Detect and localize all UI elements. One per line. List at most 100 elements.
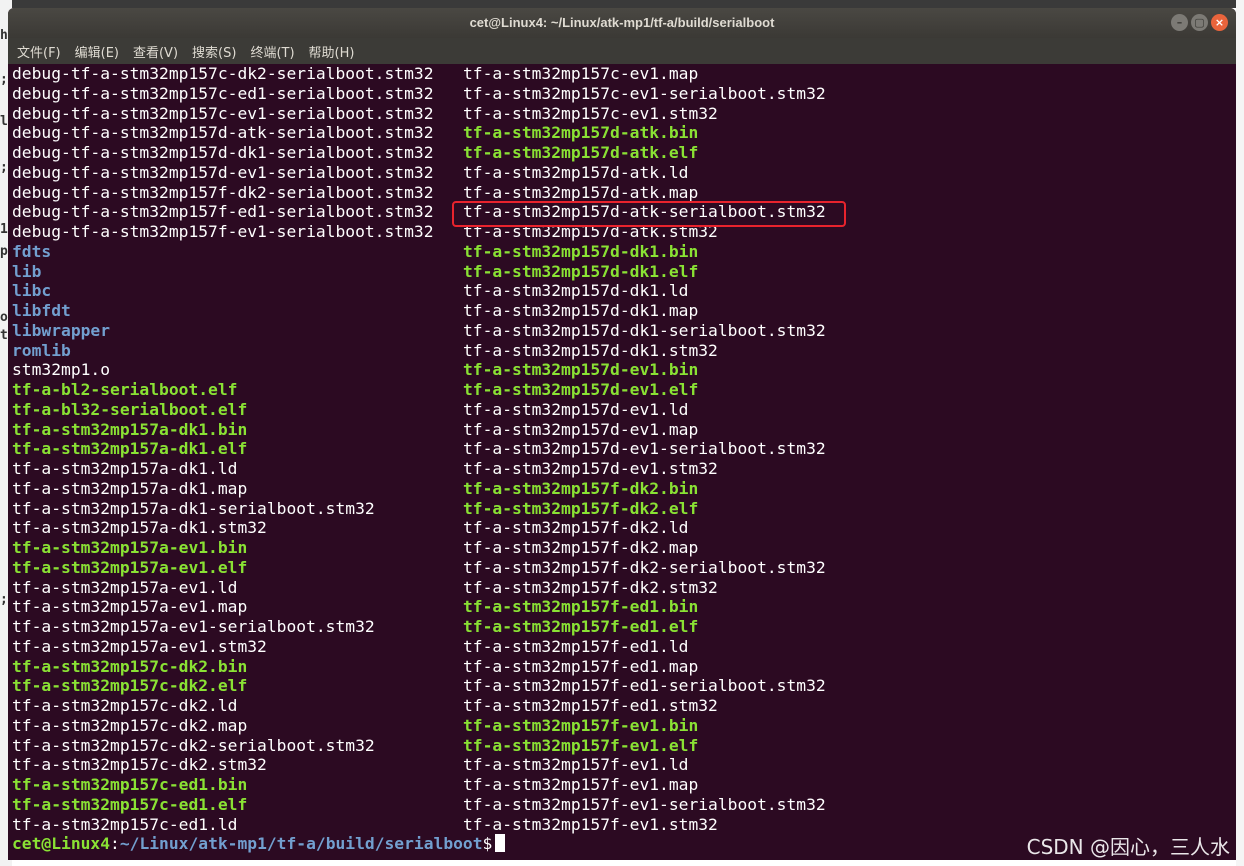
window-title: cet@Linux4: ~/Linux/atk-mp1/tf-a/build/s…: [469, 15, 775, 30]
listing-entry: stm32mp1.o: [12, 360, 111, 380]
listing-entry: tf-a-stm32mp157d-dk1.ld: [463, 281, 689, 301]
listing-entry: tf-a-stm32mp157f-dk2.stm32: [463, 577, 718, 597]
listing-entry: tf-a-stm32mp157d-ev1.stm32: [463, 459, 718, 478]
menu-terminal[interactable]: 终端(T): [250, 42, 294, 61]
highlight-box: [452, 201, 846, 227]
listing-entry: tf-a-stm32mp157f-ed1.map: [463, 656, 699, 676]
listing-entry: tf-a-stm32mp157a-ev1.elf: [12, 557, 248, 577]
listing-entry: tf-a-stm32mp157f-ed1.bin: [463, 597, 699, 617]
listing-entry: tf-a-stm32mp157f-ev1.elf: [463, 735, 699, 755]
listing-entry: tf-a-stm32mp157d-ev1.elf: [463, 380, 699, 399]
listing-entry: tf-a-stm32mp157a-dk1-serialboot.stm32: [12, 498, 375, 518]
menu-bar: 文件(F) 编辑(E) 查看(V) 搜索(S) 终端(T) 帮助(H): [8, 38, 1236, 64]
prompt-separator: :: [110, 834, 120, 853]
listing-entry: tf-a-stm32mp157a-dk1.bin: [12, 419, 248, 439]
listing-entry: tf-a-stm32mp157a-ev1.stm32: [12, 636, 267, 656]
listing-entry: tf-a-stm32mp157d-ev1.ld: [463, 399, 689, 419]
listing-entry: debug-tf-a-stm32mp157d-dk1-serialboot.st…: [12, 143, 434, 162]
listing-entry: tf-a-stm32mp157c-ev1.stm32: [463, 103, 718, 123]
listing-entry: tf-a-stm32mp157c-dk2.map: [12, 715, 248, 735]
listing-entry: tf-a-bl32-serialboot.elf: [12, 399, 248, 419]
listing-entry: tf-a-stm32mp157f-ed1.elf: [463, 617, 699, 636]
title-bar[interactable]: cet@Linux4: ~/Linux/atk-mp1/tf-a/build/s…: [8, 8, 1236, 38]
listing-entry: romlib: [12, 340, 71, 360]
listing-entry: tf-a-stm32mp157d-dk1.bin: [463, 241, 699, 261]
listing-entry: tf-a-stm32mp157f-ed1.stm32: [463, 696, 718, 715]
listing-entry: tf-a-stm32mp157f-dk2.map: [463, 538, 699, 557]
menu-view[interactable]: 查看(V): [133, 42, 178, 61]
listing-entry: tf-a-stm32mp157d-ev1-serialboot.stm32: [463, 439, 826, 459]
close-button[interactable]: ×: [1211, 14, 1228, 31]
listing-entry: tf-a-stm32mp157f-ev1.ld: [463, 755, 689, 775]
listing-entry: tf-a-stm32mp157c-dk2.bin: [12, 656, 248, 676]
terminal-output[interactable]: debug-tf-a-stm32mp157c-dk2-serialboot.st…: [8, 64, 1236, 860]
listing-entry: debug-tf-a-stm32mp157d-ev1-serialboot.st…: [12, 162, 434, 182]
listing-entry: tf-a-stm32mp157f-ed1.ld: [463, 636, 689, 656]
listing-entry: tf-a-stm32mp157a-ev1.map: [12, 597, 248, 617]
listing-entry: tf-a-stm32mp157d-atk.ld: [463, 162, 689, 182]
listing-entry: tf-a-stm32mp157c-dk2-serialboot.stm32: [12, 735, 375, 755]
listing-entry: tf-a-stm32mp157d-dk1.elf: [463, 261, 699, 281]
screenshot: h ; li ; 1 p o t ; cet@Linux4: ~/Linux/a…: [0, 0, 1244, 866]
listing-entry: tf-a-bl2-serialboot.elf: [12, 380, 238, 399]
listing-entry: debug-tf-a-stm32mp157c-ev1-serialboot.st…: [12, 103, 434, 123]
listing-entry: tf-a-stm32mp157d-ev1.bin: [463, 360, 699, 380]
listing-entry: tf-a-stm32mp157c-ev1.map: [463, 64, 699, 83]
window-controls: – ▢ ×: [1171, 14, 1228, 31]
listing-entry: libc: [12, 281, 52, 301]
listing-entry: tf-a-stm32mp157d-ev1.map: [463, 419, 699, 439]
listing-entry: lib: [12, 261, 42, 281]
listing-entry: fdts: [12, 241, 52, 261]
listing-entry: tf-a-stm32mp157c-dk2.stm32: [12, 755, 267, 775]
text-cursor: [495, 834, 506, 852]
prompt-symbol: $: [482, 834, 493, 853]
listing-column-left: debug-tf-a-stm32mp157c-dk2-serialboot.st…: [12, 64, 434, 834]
listing-entry: libwrapper: [12, 320, 111, 340]
listing-entry: tf-a-stm32mp157f-dk2-serialboot.stm32: [463, 557, 826, 577]
listing-entry: libfdt: [12, 301, 71, 320]
menu-search[interactable]: 搜索(S): [192, 42, 236, 61]
listing-entry: tf-a-stm32mp157d-dk1.stm32: [463, 340, 718, 360]
listing-entry: debug-tf-a-stm32mp157c-ed1-serialboot.st…: [12, 83, 434, 103]
listing-entry: tf-a-stm32mp157f-dk2.elf: [463, 498, 699, 518]
listing-entry: tf-a-stm32mp157a-dk1.stm32: [12, 518, 267, 538]
listing-entry: tf-a-stm32mp157f-ev1.bin: [463, 715, 699, 735]
background-right-edge: [1236, 0, 1244, 866]
listing-entry: tf-a-stm32mp157c-dk2.elf: [12, 676, 248, 696]
listing-entry: tf-a-stm32mp157d-atk.bin: [463, 123, 699, 143]
shell-prompt[interactable]: cet@Linux4:~/Linux/atk-mp1/tf-a/build/se…: [12, 834, 506, 854]
listing-entry: tf-a-stm32mp157c-dk2.ld: [12, 696, 238, 715]
listing-entry: tf-a-stm32mp157c-ev1-serialboot.stm32: [463, 83, 826, 103]
listing-entry: tf-a-stm32mp157d-atk.elf: [463, 143, 699, 162]
listing-entry: tf-a-stm32mp157a-dk1.map: [12, 478, 248, 498]
listing-entry: tf-a-stm32mp157f-ev1.map: [463, 775, 699, 794]
minimize-button[interactable]: –: [1171, 14, 1188, 31]
listing-entry: tf-a-stm32mp157c-ed1.elf: [12, 794, 248, 814]
menu-file[interactable]: 文件(F): [17, 42, 61, 61]
listing-entry: tf-a-stm32mp157f-ev1.stm32: [463, 814, 718, 834]
listing-entry: tf-a-stm32mp157c-ed1.ld: [12, 814, 238, 834]
prompt-user: cet@Linux4: [12, 834, 111, 853]
maximize-button[interactable]: ▢: [1191, 14, 1208, 31]
menu-help[interactable]: 帮助(H): [309, 42, 355, 61]
listing-entry: tf-a-stm32mp157d-dk1.map: [463, 301, 699, 320]
listing-entry: tf-a-stm32mp157a-dk1.ld: [12, 459, 238, 478]
listing-entry: tf-a-stm32mp157f-ev1-serialboot.stm32: [463, 794, 826, 814]
listing-entry: tf-a-stm32mp157d-atk.map: [463, 182, 699, 202]
prompt-path: ~/Linux/atk-mp1/tf-a/build/serialboot: [119, 834, 483, 853]
background-app-bar: [0, 0, 1244, 8]
listing-entry: tf-a-stm32mp157c-ed1.bin: [12, 775, 248, 794]
listing-entry: tf-a-stm32mp157d-dk1-serialboot.stm32: [463, 320, 826, 340]
listing-entry: debug-tf-a-stm32mp157f-ev1-serialboot.st…: [12, 222, 434, 241]
listing-entry: debug-tf-a-stm32mp157f-dk2-serialboot.st…: [12, 182, 434, 202]
listing-entry: tf-a-stm32mp157a-dk1.elf: [12, 439, 248, 459]
listing-column-right: tf-a-stm32mp157c-ev1.map tf-a-stm32mp157c…: [463, 64, 826, 834]
menu-edit[interactable]: 编辑(E): [75, 42, 119, 61]
listing-entry: tf-a-stm32mp157a-ev1.ld: [12, 577, 238, 597]
listing-entry: debug-tf-a-stm32mp157d-atk-serialboot.st…: [12, 123, 434, 143]
listing-entry: tf-a-stm32mp157f-dk2.bin: [463, 478, 699, 498]
watermark: CSDN @因心，三人水: [1026, 835, 1230, 859]
listing-entry: debug-tf-a-stm32mp157f-ed1-serialboot.st…: [12, 202, 434, 222]
listing-entry: tf-a-stm32mp157a-ev1.bin: [12, 538, 248, 557]
listing-entry: tf-a-stm32mp157f-ed1-serialboot.stm32: [463, 676, 826, 696]
